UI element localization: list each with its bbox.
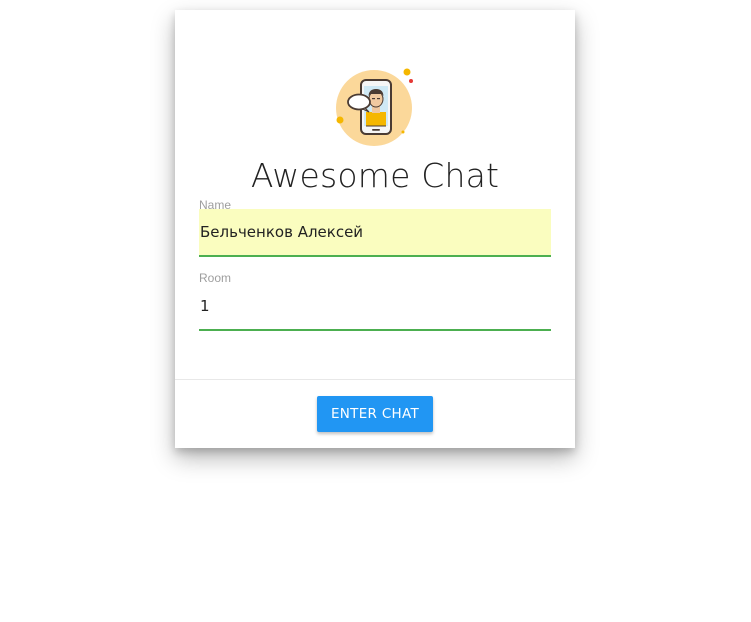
name-input[interactable] bbox=[199, 209, 551, 257]
login-card: Awesome Chat Name Room ENTER CHAT bbox=[175, 10, 575, 448]
app-title: Awesome Chat bbox=[250, 156, 500, 195]
room-input[interactable] bbox=[199, 283, 551, 331]
enter-chat-button[interactable]: ENTER CHAT bbox=[317, 396, 433, 432]
card-divider bbox=[175, 379, 575, 380]
chat-logo-icon bbox=[335, 68, 415, 157]
